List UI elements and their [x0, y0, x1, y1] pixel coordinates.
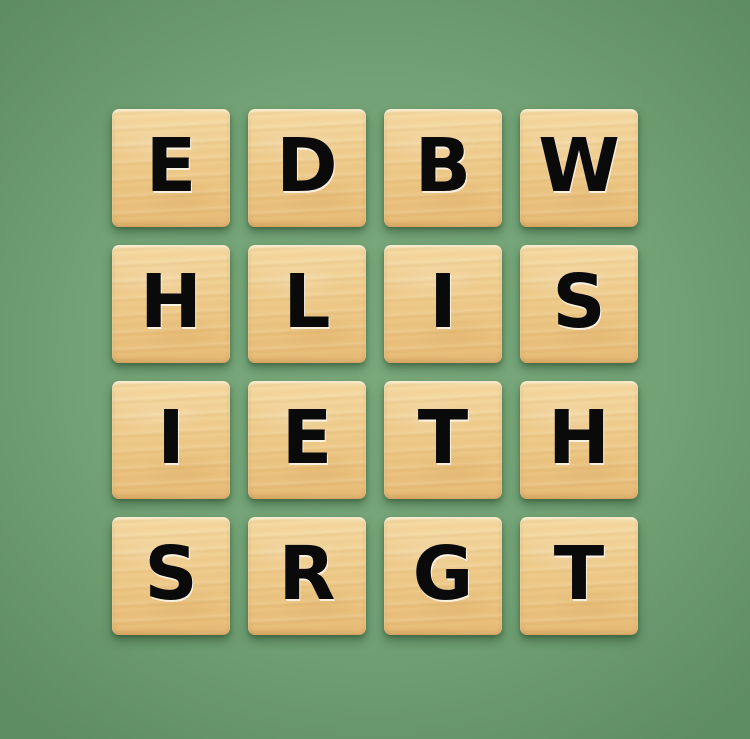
tile-r3-c3[interactable]: T — [520, 517, 638, 635]
tile-r3-c2[interactable]: G — [384, 517, 502, 635]
tile-r2-c2[interactable]: T — [384, 381, 502, 499]
tile-letter: H — [140, 259, 202, 345]
tile-letter: E — [281, 395, 333, 481]
tile-r0-c2[interactable]: B — [384, 109, 502, 227]
tile-r2-c1[interactable]: E — [248, 381, 366, 499]
tile-r3-c1[interactable]: R — [248, 517, 366, 635]
tile-letter: I — [157, 395, 185, 481]
tile-r3-c0[interactable]: S — [112, 517, 230, 635]
tile-r1-c1[interactable]: L — [248, 245, 366, 363]
tile-r0-c1[interactable]: D — [248, 109, 366, 227]
tile-letter: T — [553, 531, 605, 617]
tile-letter: R — [278, 531, 336, 617]
tile-r1-c3[interactable]: S — [520, 245, 638, 363]
letter-board: E D B W H L I S I E T H S R G T — [112, 109, 639, 636]
tile-r0-c0[interactable]: E — [112, 109, 230, 227]
tile-r1-c2[interactable]: I — [384, 245, 502, 363]
tile-letter: D — [276, 123, 338, 209]
tile-letter: W — [538, 123, 620, 209]
tile-letter: E — [145, 123, 197, 209]
tile-letter: S — [144, 531, 198, 617]
tile-letter: T — [417, 395, 469, 481]
tile-r2-c3[interactable]: H — [520, 381, 638, 499]
tile-letter: H — [548, 395, 610, 481]
tile-letter: B — [414, 123, 472, 209]
tile-letter: I — [429, 259, 457, 345]
tile-r1-c0[interactable]: H — [112, 245, 230, 363]
tile-letter: G — [412, 531, 474, 617]
tile-r2-c0[interactable]: I — [112, 381, 230, 499]
tile-letter: S — [552, 259, 606, 345]
tile-r0-c3[interactable]: W — [520, 109, 638, 227]
tile-letter: L — [283, 259, 331, 345]
